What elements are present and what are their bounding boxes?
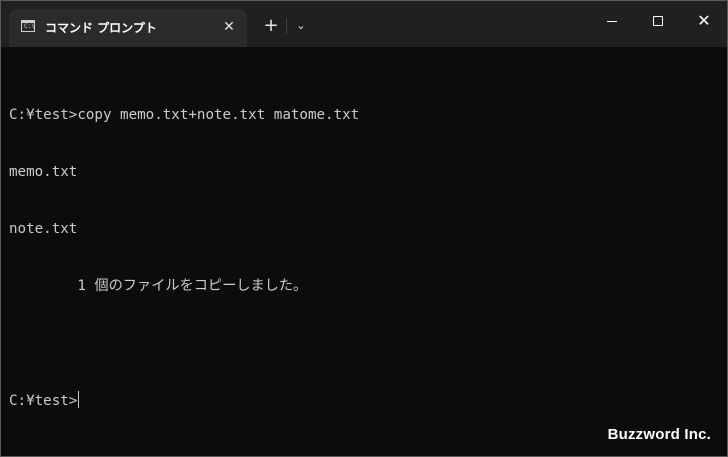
minimize-button[interactable] xyxy=(589,1,635,41)
console-line: C:¥test>copy memo.txt+note.txt matome.tx… xyxy=(9,107,360,123)
new-tab-button[interactable]: + xyxy=(259,14,283,38)
tab-command-prompt[interactable]: C:\ コマンド プロンプト ✕ xyxy=(9,9,247,47)
terminal-icon: C:\ xyxy=(21,20,35,32)
watermark: Buzzword Inc. xyxy=(607,426,711,443)
prompt-text: C:¥test> xyxy=(9,393,78,409)
console-line: memo.txt xyxy=(9,164,78,180)
tab-divider xyxy=(286,18,287,34)
maximize-button[interactable] xyxy=(635,1,681,41)
chevron-down-icon[interactable]: ⌄ xyxy=(291,14,311,38)
maximize-icon xyxy=(653,16,663,26)
prompt-line[interactable]: C:¥test> xyxy=(9,391,717,410)
tab-close-button[interactable]: ✕ xyxy=(219,17,239,37)
terminal-window: C:\ コマンド プロンプト ✕ + ⌄ ✕ C:¥test>copy memo… xyxy=(0,0,728,457)
console-output[interactable]: C:¥test>copy memo.txt+note.txt matome.tx… xyxy=(9,68,717,448)
close-icon: ✕ xyxy=(697,11,711,30)
console-line: note.txt xyxy=(9,221,78,237)
close-window-button[interactable]: ✕ xyxy=(681,1,727,41)
text-cursor xyxy=(78,391,80,408)
title-bar[interactable]: C:\ コマンド プロンプト ✕ + ⌄ ✕ xyxy=(1,1,727,47)
console-line: 1 個のファイルをコピーしました。 xyxy=(9,278,308,294)
minimize-icon xyxy=(607,21,617,22)
tab-title: コマンド プロンプト xyxy=(45,21,157,35)
